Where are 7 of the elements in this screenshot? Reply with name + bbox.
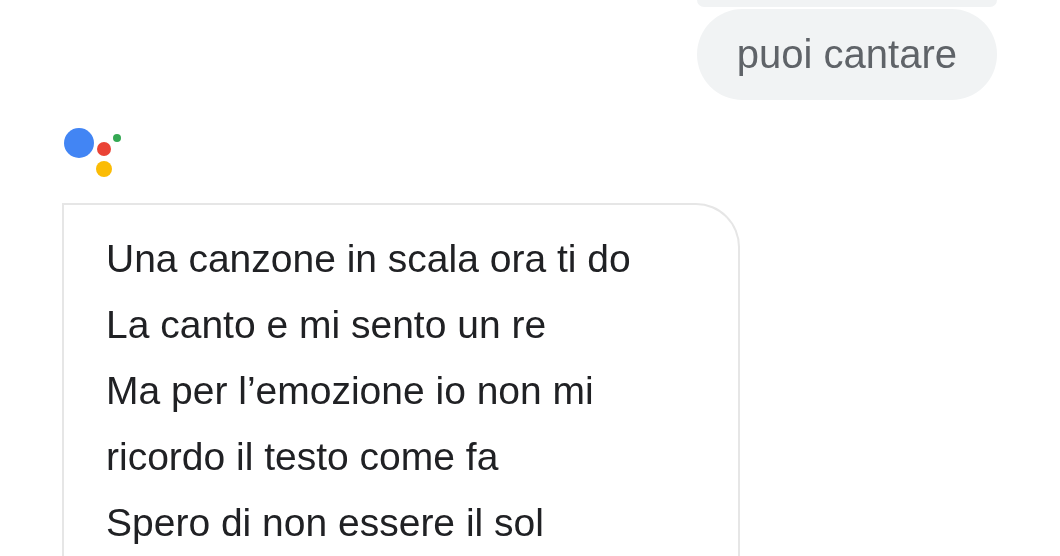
lyric-line: La canto e mi sento un re bbox=[106, 302, 548, 348]
user-message-bubble: puoi cantare bbox=[696, 8, 997, 100]
lyric-line: ricordo il testo come fa bbox=[106, 434, 500, 480]
assistant-dots-logo-icon bbox=[64, 128, 122, 178]
lyric-line: Spero di non essere il sol bbox=[106, 500, 545, 546]
lyric-line: Ma per l’emozione io non mi bbox=[106, 368, 595, 414]
lyric-line: Una canzone in scala ora ti do bbox=[106, 236, 632, 282]
